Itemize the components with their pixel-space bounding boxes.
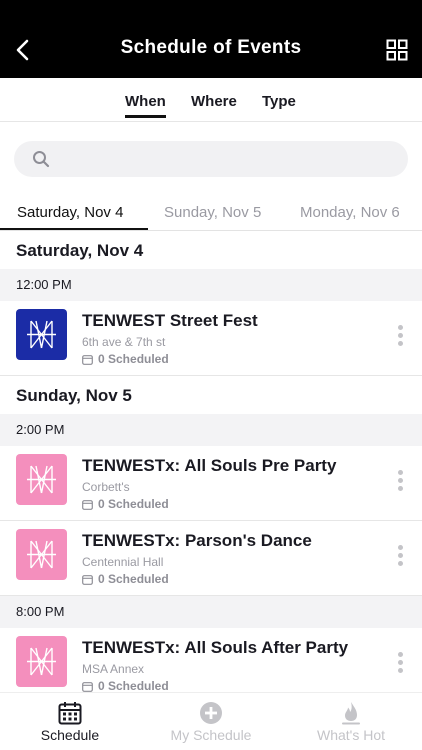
calendar-icon	[58, 702, 82, 725]
search-input[interactable]	[58, 141, 398, 177]
more-dot	[397, 561, 403, 566]
event-location: MSA Annex	[82, 662, 145, 676]
more-dot	[397, 486, 403, 491]
event-logo	[16, 309, 67, 360]
event-location: 6th ave & 7th st	[82, 335, 166, 349]
nav-label: My Schedule	[170, 727, 252, 743]
scheduled-count-label: 0 Scheduled	[98, 679, 169, 693]
grid-icon	[386, 39, 408, 61]
time-header: 2:00 PM	[0, 414, 422, 446]
event-row[interactable]: TENWESTx: All Souls After Party MSA Anne…	[0, 628, 422, 693]
page-title: Schedule of Events	[120, 37, 302, 58]
event-logo	[16, 636, 67, 687]
event-title: TENWESTx: All Souls After Party	[82, 638, 349, 657]
scheduled-count-label: 0 Scheduled	[98, 572, 169, 586]
search-bar[interactable]	[14, 141, 408, 177]
filter-tabs: When Where Type	[0, 78, 422, 122]
event-location: Centennial Hall	[82, 555, 164, 569]
more-dot	[397, 553, 403, 558]
calendar-icon	[82, 575, 93, 585]
nav-schedule[interactable]: Schedule	[0, 693, 140, 750]
scheduled-count: 0 Scheduled	[82, 497, 169, 511]
event-title: TENWESTx: Parson's Dance	[82, 531, 312, 550]
tab-when[interactable]: When	[125, 93, 166, 118]
tab-where[interactable]: Where	[191, 93, 237, 110]
day-heading: Sunday, Nov 5	[16, 386, 132, 405]
app-screen: Schedule of Events When Where Type Satur…	[0, 0, 422, 750]
more-dot	[397, 325, 403, 330]
event-location: Corbett's	[82, 480, 130, 494]
calendar-icon	[82, 500, 93, 510]
event-row[interactable]: TENWESTx: Parson's Dance Centennial Hall…	[0, 521, 422, 596]
tenwest-logo-icon	[27, 540, 56, 569]
scheduled-count: 0 Scheduled	[82, 352, 169, 366]
more-dot	[397, 652, 403, 657]
event-row[interactable]: TENWESTx: All Souls Pre Party Corbett's …	[0, 446, 422, 521]
more-dot	[397, 333, 403, 338]
flame-icon	[342, 702, 360, 725]
app-header: Schedule of Events	[0, 0, 422, 78]
scheduled-count: 0 Scheduled	[82, 572, 169, 586]
calendar-icon	[82, 682, 93, 692]
search-icon	[33, 151, 50, 168]
plus-circle-icon	[200, 702, 222, 724]
nav-my-schedule[interactable]: My Schedule	[141, 693, 281, 750]
nav-label: Schedule	[40, 727, 100, 743]
event-logo	[16, 454, 67, 505]
time-header: 12:00 PM	[0, 269, 422, 301]
time-header: 8:00 PM	[0, 596, 422, 628]
more-dot	[397, 478, 403, 483]
tenwest-logo-icon	[27, 320, 56, 349]
date-tab-mon-nov-6[interactable]: Monday, Nov 6	[300, 204, 400, 221]
date-tab-sat-nov-4[interactable]: Saturday, Nov 4	[17, 204, 123, 221]
nav-whats-hot[interactable]: What's Hot	[281, 693, 421, 750]
more-options-button[interactable]	[393, 470, 407, 496]
more-dot	[397, 470, 403, 475]
tab-type[interactable]: Type	[262, 93, 296, 110]
scheduled-count-label: 0 Scheduled	[98, 352, 169, 366]
grid-view-button[interactable]	[386, 39, 408, 61]
more-options-button[interactable]	[393, 325, 407, 351]
more-options-button[interactable]	[393, 545, 407, 571]
more-dot	[397, 668, 403, 673]
bottom-nav: Schedule My Schedule What's Hot	[0, 692, 422, 750]
date-tab-sun-nov-5[interactable]: Sunday, Nov 5	[164, 204, 261, 221]
day-heading: Saturday, Nov 4	[16, 241, 144, 260]
date-tabs: Saturday, Nov 4 Sunday, Nov 5 Monday, No…	[0, 196, 422, 231]
nav-label: What's Hot	[316, 727, 386, 743]
more-options-button[interactable]	[393, 652, 407, 678]
events-list[interactable]: Saturday, Nov 4 12:00 PM TENWEST Street …	[0, 231, 422, 693]
scheduled-count: 0 Scheduled	[82, 679, 169, 693]
event-row[interactable]: TENWEST Street Fest 6th ave & 7th st 0 S…	[0, 301, 422, 376]
tenwest-logo-icon	[27, 647, 56, 676]
more-dot	[397, 660, 403, 665]
tenwest-logo-icon	[27, 465, 56, 494]
event-title: TENWEST Street Fest	[82, 311, 258, 330]
event-logo	[16, 529, 67, 580]
event-title: TENWESTx: All Souls Pre Party	[82, 456, 337, 475]
scheduled-count-label: 0 Scheduled	[98, 497, 169, 511]
more-dot	[397, 341, 403, 346]
more-dot	[397, 545, 403, 550]
calendar-icon	[82, 355, 93, 365]
